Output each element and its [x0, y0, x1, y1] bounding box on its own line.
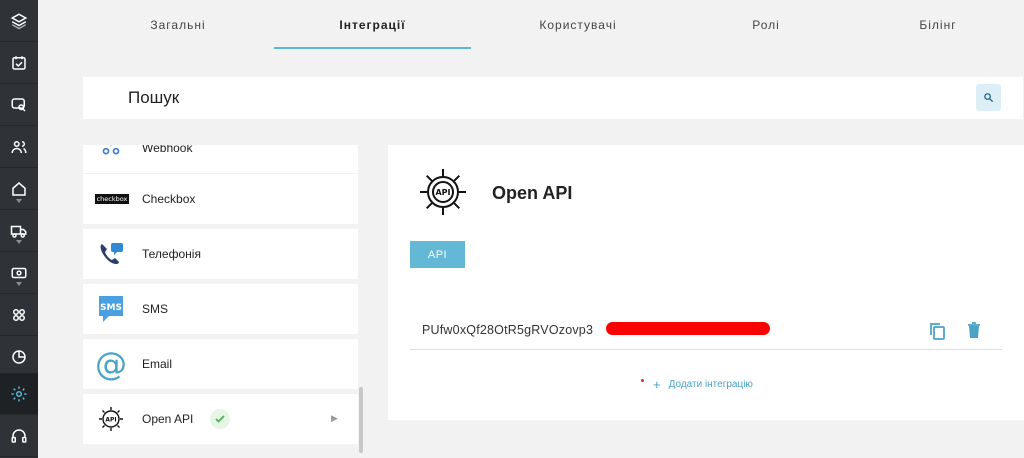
- integration-detail-panel: API Open API API PUfw0xQf28OtR5gRVOzovp3…: [388, 145, 1024, 420]
- headset-icon[interactable]: [0, 415, 38, 457]
- calendar-check-icon[interactable]: [0, 42, 38, 84]
- integration-label: Checkbox: [142, 192, 196, 206]
- users-icon[interactable]: [0, 126, 38, 168]
- api-gear-icon: API: [420, 169, 466, 215]
- chevron-down-icon: [16, 282, 22, 286]
- add-integration-label: Додати інтеграцію: [668, 379, 753, 390]
- required-dot: [641, 379, 644, 382]
- list-scrollbar[interactable]: [359, 387, 363, 453]
- api-key-value: PUfw0xQf28OtR5gRVOzovp3: [422, 323, 594, 337]
- api-gear-icon: API: [97, 405, 125, 433]
- api-button[interactable]: API: [410, 241, 465, 268]
- integration-label: Webhook: [142, 145, 193, 155]
- tab-users[interactable]: Користувачі: [516, 0, 640, 50]
- svg-text:SMS: SMS: [100, 303, 122, 313]
- integration-label: Open API: [142, 412, 194, 426]
- search-icon: [984, 93, 994, 103]
- copy-icon[interactable]: [928, 321, 946, 341]
- sms-icon: SMS: [97, 295, 125, 323]
- tab-general[interactable]: Загальні: [116, 0, 240, 50]
- integration-label: Телефонія: [142, 247, 201, 261]
- search-label: Пошук: [128, 88, 180, 107]
- list-item-open-api[interactable]: API Open API ▶: [83, 394, 358, 444]
- api-key-row: PUfw0xQf28OtR5gRVOzovp3: [410, 313, 1002, 350]
- list-item-sms[interactable]: SMS SMS: [83, 284, 358, 334]
- tab-integrations[interactable]: Інтеграції: [274, 0, 471, 50]
- list-item-webhook[interactable]: Webhook: [83, 145, 358, 173]
- truck-icon[interactable]: [0, 210, 38, 252]
- active-tab-underline: [274, 47, 471, 49]
- cash-icon[interactable]: [0, 252, 38, 294]
- settings-tabs: Загальні Інтеграції Користувачі Ролі Біл…: [38, 0, 1024, 58]
- left-rail: [0, 0, 38, 458]
- at-icon: @: [95, 345, 127, 383]
- add-integration-link[interactable]: + Додати інтеграцію: [653, 377, 753, 392]
- check-icon: [210, 409, 230, 429]
- list-item-email[interactable]: @ Email: [83, 339, 358, 389]
- apps-icon[interactable]: [0, 294, 38, 336]
- svg-text:API: API: [105, 417, 116, 424]
- phone-icon: [97, 240, 125, 268]
- integration-label: SMS: [142, 302, 169, 316]
- search-bar[interactable]: Пошук: [83, 77, 1023, 119]
- integrations-list: Webhook checkbox Checkbox Телефонія SMS …: [83, 145, 358, 458]
- integration-label: Email: [142, 357, 173, 371]
- tab-roles[interactable]: Ролі: [704, 0, 828, 50]
- webhook-icon: [97, 145, 125, 161]
- chevron-right-icon: ▶: [331, 413, 338, 423]
- plus-icon: +: [653, 377, 661, 392]
- chevron-down-icon: [16, 199, 22, 203]
- svg-text:API: API: [435, 188, 450, 197]
- gear-icon[interactable]: [0, 373, 38, 415]
- checkbox-logo: checkbox: [94, 194, 130, 204]
- pie-chart-icon[interactable]: [0, 336, 38, 378]
- layers-icon[interactable]: [0, 0, 38, 42]
- list-item-telephony[interactable]: Телефонія: [83, 229, 358, 279]
- search-button[interactable]: [976, 84, 1001, 111]
- trash-icon[interactable]: [966, 321, 982, 339]
- chat-search-icon[interactable]: [0, 84, 38, 126]
- chevron-down-icon: [16, 240, 22, 244]
- integration-title: Open API: [492, 183, 573, 203]
- redaction-bar: [606, 322, 770, 335]
- list-item-checkbox[interactable]: checkbox Checkbox: [83, 174, 358, 224]
- home-icon[interactable]: [0, 168, 38, 210]
- tab-billing[interactable]: Білінг: [876, 0, 1000, 50]
